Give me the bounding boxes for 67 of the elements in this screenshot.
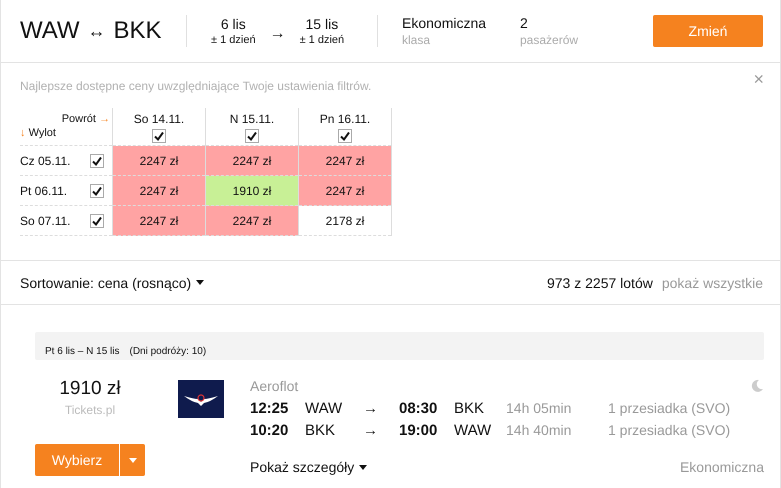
price-cell[interactable]: 2247 zł — [112, 206, 206, 236]
checkbox[interactable] — [245, 129, 259, 143]
departure-date-header: Pt 06.11. — [20, 184, 68, 198]
departure-label: Wylot — [28, 127, 56, 139]
checkbox[interactable] — [90, 214, 104, 228]
vendor-name: Tickets.pl — [64, 403, 116, 417]
airport-code: WAW — [305, 400, 344, 417]
return-date-header: So 14.11. — [134, 112, 184, 126]
departure-time: 10:20 — [250, 422, 290, 439]
return-date: 15 lis — [306, 16, 338, 32]
price-cell[interactable]: 2247 zł — [112, 176, 206, 206]
price-cell[interactable]: 2247 zł — [206, 146, 298, 176]
flight-duration: 14h 05min — [506, 400, 572, 416]
class-label: klasa — [402, 33, 432, 47]
date-flex: ± 1 dzień — [211, 34, 256, 46]
caret-icon — [359, 464, 368, 470]
airport-code: BKK — [454, 400, 486, 417]
round-trip-arrow: ↔ — [88, 20, 106, 42]
return-date-header: Pn 16.11. — [320, 112, 370, 126]
origin-code: WAW — [20, 17, 80, 45]
arrival-time: 08:30 — [399, 400, 438, 417]
airport-code: BKK — [305, 422, 336, 439]
passenger-label: pasażerów — [520, 33, 578, 47]
price-cell[interactable]: 2247 zł — [112, 146, 206, 176]
trip-length: (Dni podróży: 10) — [129, 346, 206, 357]
sort-dropdown[interactable]: Sortowanie: cena (rosnąco) — [20, 274, 192, 290]
details-link[interactable]: Pokaż szczegóły — [250, 459, 354, 475]
departure-date-header: So 07.11. — [20, 214, 70, 228]
airline-name: Aeroflot — [250, 378, 298, 394]
passenger-count: 2 — [520, 15, 529, 31]
caret-icon — [196, 280, 204, 285]
price-cell[interactable]: 2247 zł — [298, 176, 392, 206]
checkbox[interactable] — [152, 129, 166, 143]
flight-duration: 14h 40min — [506, 422, 572, 438]
price: 1910 zł — [59, 378, 121, 400]
cabin-class: Ekonomiczna — [680, 459, 764, 475]
departure-arrow: ↓ — [20, 127, 26, 139]
price-cell[interactable]: 1910 zł — [206, 176, 298, 206]
options-dropdown-button[interactable] — [120, 444, 145, 476]
checkbox[interactable] — [90, 184, 104, 198]
stops-info: 1 przesiadka (SVO) — [608, 422, 732, 438]
airport-code: WAW — [454, 422, 492, 439]
price-cell[interactable]: 2247 zł — [206, 206, 298, 236]
flight-arrow: → — [363, 422, 379, 439]
date-flex: ± 1 dzień — [300, 34, 344, 46]
trip-dates: Pt 6 lis – N 15 lis — [45, 346, 120, 357]
arrival-time: 19:00 — [399, 422, 438, 439]
date-arrow: → — [270, 25, 286, 43]
departure-time: 12:25 — [250, 400, 290, 417]
stops-info: 1 przesiadka (SVO) — [608, 400, 732, 416]
class-value: Ekonomiczna — [402, 15, 488, 31]
destination-code: BKK — [114, 17, 162, 45]
airline-logo-icon — [178, 380, 224, 418]
departure-date: 6 lis — [220, 16, 246, 32]
flight-count: 973 z 2257 lotów — [546, 274, 653, 290]
return-label: Powrót — [62, 113, 96, 125]
checkbox[interactable] — [338, 129, 352, 143]
return-date-header: N 15.11. — [230, 112, 274, 126]
caret-icon — [128, 458, 136, 462]
moon-icon — [750, 379, 764, 393]
departure-date-header: Cz 05.11. — [20, 154, 70, 168]
matrix-note: Najlepsze dostępne ceny uwzględniające Twoje ustawienia filtrów. — [20, 79, 372, 93]
checkbox[interactable] — [90, 154, 104, 168]
return-arrow: → — [99, 113, 110, 125]
flight-arrow: → — [363, 400, 379, 417]
price-cell[interactable]: 2178 zł — [298, 206, 392, 236]
price-cell[interactable]: 2247 zł — [298, 146, 392, 176]
